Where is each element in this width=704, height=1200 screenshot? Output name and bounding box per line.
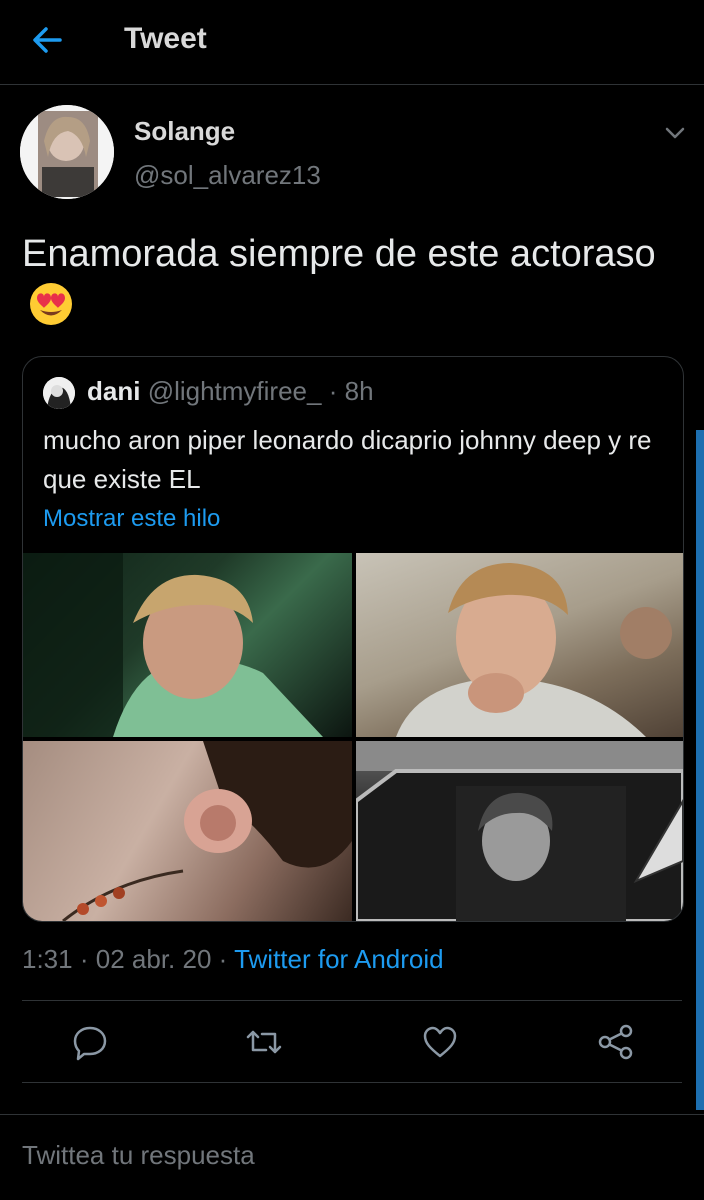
quoted-author-handle: @lightmyfiree_ (147, 376, 322, 406)
quoted-tweet-time: 8h (344, 376, 374, 406)
separator-dot: · (79, 944, 89, 974)
share-icon (598, 1024, 633, 1060)
photo-3[interactable] (23, 741, 352, 921)
tweet-time: 1:31 (22, 944, 73, 974)
retweet-icon (246, 1030, 282, 1054)
reply-button[interactable] (70, 1022, 110, 1062)
tweet-text-content: Enamorada siempre de este actoraso (22, 233, 656, 275)
photo-4[interactable] (356, 741, 683, 921)
show-thread-link[interactable]: Mostrar este hilo (43, 505, 220, 533)
arrow-left-icon (33, 27, 62, 53)
share-button[interactable] (596, 1022, 636, 1062)
scrollbar[interactable] (696, 430, 704, 1110)
divider (22, 1082, 682, 1083)
more-options-button[interactable] (660, 118, 690, 148)
author-avatar[interactable] (20, 105, 114, 199)
quoted-tweet-card[interactable]: dani @lightmyfiree_ · 8h mucho aron pipe… (22, 356, 684, 922)
reply-icon (73, 1026, 107, 1061)
back-button[interactable] (26, 20, 70, 60)
tweet-metadata: 1:31 · 02 abr. 20 · Twitter for Android (22, 944, 444, 975)
photo-2[interactable] (356, 553, 683, 737)
divider (22, 1000, 682, 1001)
quoted-tweet-header: dani @lightmyfiree_ · 8h (87, 376, 374, 407)
like-button[interactable] (420, 1022, 460, 1062)
quoted-author-name: dani (87, 376, 141, 406)
photo-1[interactable] (23, 553, 352, 737)
page-title: Tweet (124, 22, 207, 55)
quoted-tweet-text: mucho aron piper leonardo dicaprio johnn… (43, 425, 652, 494)
heart-eyes-emoji-icon (30, 283, 72, 325)
separator-dot: · (218, 944, 228, 974)
reply-input[interactable]: Twittea tu respuesta (22, 1140, 255, 1171)
author-handle[interactable]: @sol_alvarez13 (134, 160, 321, 191)
like-icon (423, 1026, 457, 1058)
author-name[interactable]: Solange (134, 116, 235, 147)
tweet-text: Enamorada siempre de este actoraso (22, 228, 682, 336)
top-app-bar: Tweet (0, 0, 704, 85)
separator-dot: · (328, 376, 338, 406)
tweet-source-link[interactable]: Twitter for Android (234, 944, 444, 974)
quoted-author-avatar (43, 377, 75, 409)
tweet-date: 02 abr. 20 (95, 944, 212, 974)
divider (0, 1114, 704, 1115)
retweet-button[interactable] (244, 1022, 284, 1062)
chevron-down-icon (665, 127, 685, 139)
